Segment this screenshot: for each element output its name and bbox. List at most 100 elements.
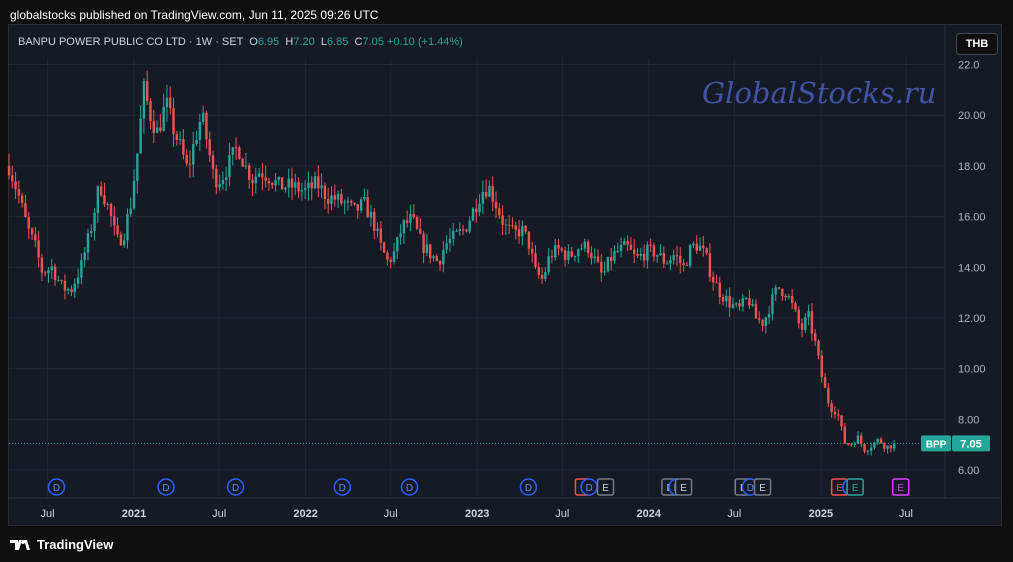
candle-body — [205, 112, 208, 140]
candle-body — [790, 296, 794, 304]
candle-body — [333, 195, 336, 200]
dividend-marker-label: D — [162, 483, 169, 494]
candle-body — [297, 182, 300, 192]
candle-body — [366, 197, 369, 218]
candle-body — [422, 233, 425, 254]
candle-body — [415, 217, 419, 229]
candle-body — [856, 435, 860, 444]
candle-body — [751, 303, 754, 306]
candle-body — [807, 311, 810, 318]
candle-body — [287, 178, 290, 188]
candle-body — [590, 252, 593, 259]
candle-body — [93, 212, 96, 231]
legend-close: C7.05 — [354, 36, 384, 48]
candle-body — [524, 225, 527, 232]
candle-body — [721, 297, 725, 302]
earnings-marker-label: E — [852, 483, 859, 494]
candle-body — [221, 180, 225, 185]
candle-body — [448, 239, 452, 244]
candle-body — [886, 445, 889, 449]
legend-open: O6.95 — [249, 36, 280, 48]
candle-body — [24, 202, 27, 218]
candle-body — [139, 118, 142, 154]
candle-body — [840, 415, 843, 427]
candle-body — [468, 220, 471, 232]
candle-body — [863, 443, 866, 452]
candle-body — [175, 134, 179, 141]
candle-body — [43, 272, 47, 274]
candle-body — [399, 233, 402, 238]
candle-body — [149, 101, 152, 122]
candle-body — [80, 260, 83, 278]
candle-body — [172, 108, 175, 135]
candle-body — [310, 182, 313, 189]
candle-body — [7, 165, 11, 176]
candle-body — [211, 155, 215, 169]
candle-body — [99, 186, 103, 196]
candle-body — [758, 318, 761, 320]
candle-body — [20, 195, 24, 203]
candle-body — [547, 256, 550, 273]
candle-body — [837, 414, 840, 416]
candle-body — [231, 147, 234, 156]
candle-body — [869, 447, 873, 452]
candle-body — [827, 387, 830, 404]
dividend-marker-label: D — [747, 483, 754, 494]
candle-body — [445, 243, 448, 250]
candle-body — [435, 256, 438, 261]
watermark: GlobalStocks.ru — [702, 76, 937, 110]
candle-body — [695, 243, 698, 251]
candle-body — [892, 443, 896, 449]
candle-body — [155, 127, 159, 133]
candle-body — [586, 241, 590, 253]
candle-body — [830, 403, 833, 413]
candle-body — [106, 203, 109, 205]
candle-body — [67, 289, 70, 291]
candle-body — [484, 191, 488, 197]
candle-body — [557, 245, 560, 249]
candle-body — [494, 201, 498, 209]
footer-brand: TradingView — [37, 537, 114, 552]
candle-body — [685, 265, 689, 267]
candle-body — [215, 168, 218, 188]
candle-body — [715, 282, 718, 284]
candle-body — [672, 255, 675, 260]
candle-body — [169, 97, 172, 109]
candle-body — [126, 214, 129, 241]
currency-button[interactable]: THB — [956, 33, 998, 55]
candle-body — [731, 304, 735, 308]
candle-body — [350, 200, 353, 203]
candle-body — [794, 303, 797, 310]
candle-body — [744, 298, 748, 300]
dividend-marker-label: D — [406, 483, 413, 494]
candle-body — [609, 257, 613, 262]
candle-body — [369, 211, 373, 218]
candle-body — [248, 165, 251, 180]
candle-body — [461, 229, 465, 231]
dividend-marker-label: D — [525, 483, 532, 494]
x-tick-label: Jul — [899, 508, 913, 520]
candle-body — [688, 245, 692, 266]
candle-body — [554, 245, 557, 258]
x-tick-label: Jul — [727, 508, 741, 520]
y-tick-label: 8.00 — [958, 414, 979, 426]
legend-change: +0.10 (+1.44%) — [386, 36, 463, 48]
candle-body — [514, 225, 517, 230]
candle-body — [70, 289, 73, 292]
candle-body — [290, 178, 294, 188]
candle-body — [425, 244, 429, 254]
candle-body — [113, 216, 116, 226]
candle-body — [504, 224, 508, 226]
dividend-marker-label: D — [339, 483, 346, 494]
candle-body — [353, 202, 356, 205]
candle-body — [629, 244, 633, 250]
candle-body — [642, 253, 646, 261]
candle-body — [254, 176, 257, 184]
candle-body — [452, 230, 455, 240]
candle-body — [573, 256, 577, 258]
candle-body — [336, 193, 340, 200]
candle-body — [382, 242, 386, 253]
candle-body — [122, 240, 126, 246]
candle-body — [471, 208, 475, 221]
candle-body — [60, 280, 63, 282]
